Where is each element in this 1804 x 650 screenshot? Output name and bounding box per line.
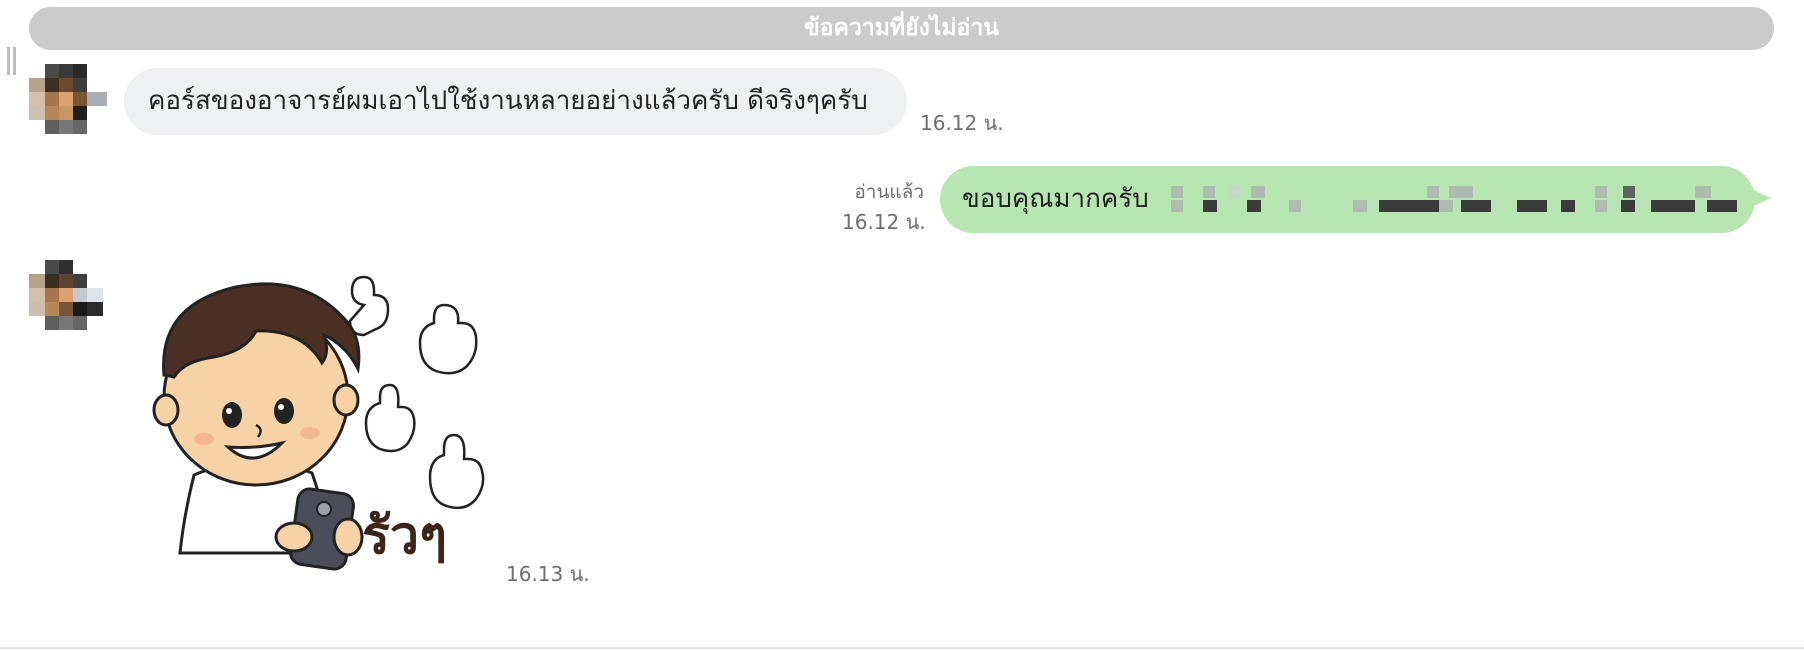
chat-window: ข้อความที่ยังไม่อ่าน คอร์สของอาจารย์ผมเอ… xyxy=(0,0,1804,650)
redacted-text-pixelation xyxy=(1165,176,1745,226)
sticker-caption: รัวๆ xyxy=(362,505,447,566)
sender-avatar[interactable] xyxy=(29,260,107,338)
incoming-message-bubble[interactable]: คอร์สของอาจารย์ผมเอาไปใช้งานหลายอย่างแล้… xyxy=(124,68,907,135)
message-timestamp: 16.12 น. xyxy=(842,210,926,234)
sender-avatar[interactable] xyxy=(29,64,107,142)
bubble-tail xyxy=(1745,186,1771,210)
message-timestamp: 16.12 น. xyxy=(920,111,1004,135)
chat-bottom-border xyxy=(0,647,1804,649)
resize-handle-icon[interactable] xyxy=(7,47,17,77)
message-timestamp: 16.13 น. xyxy=(506,562,590,586)
sticker-image[interactable]: รัวๆ xyxy=(124,265,504,580)
unread-messages-divider: ข้อความที่ยังไม่อ่าน xyxy=(29,7,1774,50)
read-receipt: อ่านแล้ว xyxy=(854,181,924,203)
